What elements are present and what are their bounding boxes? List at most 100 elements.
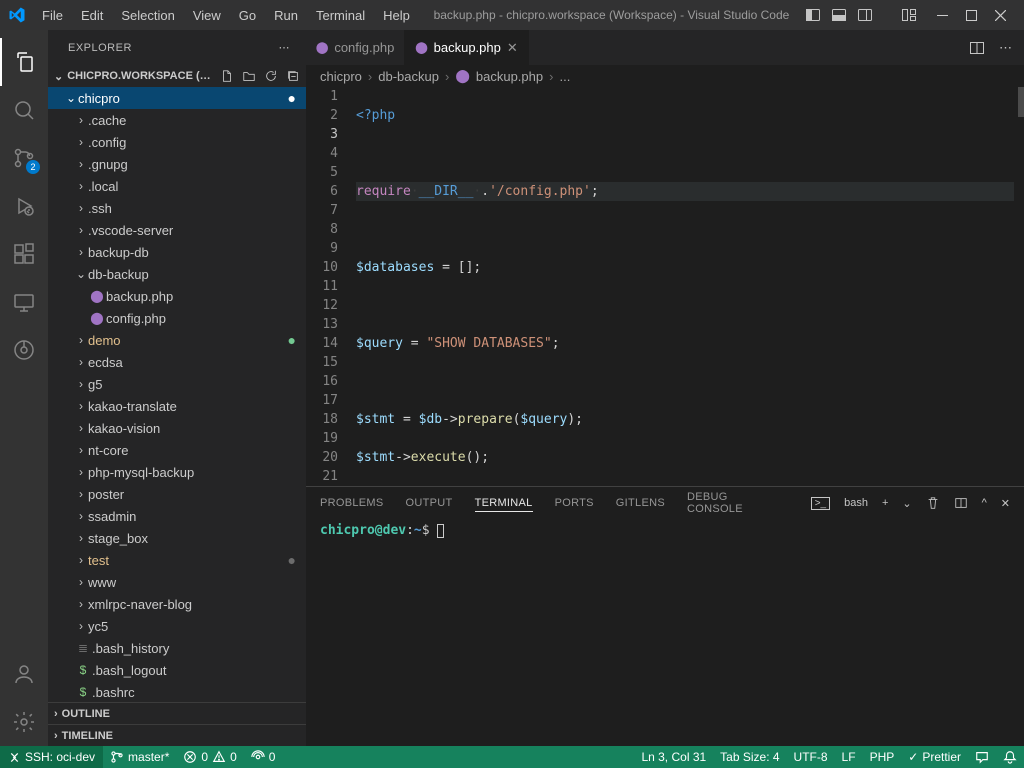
tree-folder[interactable]: ›poster [48, 483, 306, 505]
panel-tab-terminal[interactable]: TERMINAL [475, 495, 533, 512]
status-bell-icon[interactable] [996, 746, 1024, 768]
tree-file[interactable]: $.bash_logout [48, 659, 306, 681]
customize-layout-icon[interactable] [901, 7, 917, 23]
accounts-icon[interactable] [0, 650, 48, 698]
extensions-icon[interactable] [0, 230, 48, 278]
status-lang[interactable]: PHP [863, 746, 902, 768]
panel-tab-gitlens[interactable]: GITLENS [616, 495, 665, 511]
tree-folder[interactable]: ›xmlrpc-naver-blog [48, 593, 306, 615]
tree-folder[interactable]: ›kakao-translate [48, 395, 306, 417]
new-terminal-icon[interactable]: + [882, 497, 888, 509]
tree-folder[interactable]: ⌄db-backup [48, 263, 306, 285]
status-encoding[interactable]: UTF-8 [787, 746, 835, 768]
split-terminal-icon[interactable] [954, 496, 968, 510]
terminal-launch-icon[interactable]: >_ [811, 497, 830, 510]
panel-tab-debug[interactable]: DEBUG CONSOLE [687, 489, 767, 517]
tree-folder[interactable]: ›demo● [48, 329, 306, 351]
minimap[interactable] [1014, 87, 1024, 486]
source-control-icon[interactable]: 2 [0, 134, 48, 182]
tree-folder[interactable]: ›.gnupg [48, 153, 306, 175]
tree-folder[interactable]: ›.local [48, 175, 306, 197]
timeline-section[interactable]: ›TIMELINE [48, 724, 306, 746]
tree-file[interactable]: $.bashrc [48, 681, 306, 702]
toggle-panel-icon[interactable] [831, 7, 847, 23]
code-editor[interactable]: 123456789101112131415161718192021 <?php … [306, 87, 1024, 486]
toggle-secondary-sidebar-icon[interactable] [857, 7, 873, 23]
tree-folder[interactable]: ›ecdsa [48, 351, 306, 373]
menu-file[interactable]: File [34, 4, 71, 27]
remote-explorer-icon[interactable] [0, 278, 48, 326]
breadcrumb[interactable]: chicpro› db-backup› ⬤ backup.php› ... [306, 65, 1024, 87]
file-tree: ⌄ chicpro ● ›.cache›.config›.gnupg›.loca… [48, 87, 306, 702]
search-icon[interactable] [0, 86, 48, 134]
tree-folder[interactable]: ›.ssh [48, 197, 306, 219]
tree-folder[interactable]: ›nt-core [48, 439, 306, 461]
split-editor-icon[interactable] [969, 40, 985, 56]
maximize-panel-icon[interactable]: ^ [982, 497, 987, 509]
refresh-icon[interactable] [264, 69, 278, 83]
panel-tab-output[interactable]: OUTPUT [406, 495, 453, 511]
tab-backup[interactable]: ⬤ backup.php ✕ [405, 30, 528, 65]
tree-folder[interactable]: ›php-mysql-backup [48, 461, 306, 483]
terminal-shell-label[interactable]: bash [844, 497, 868, 509]
workspace-header[interactable]: ⌄ CHICPRO.WORKSPACE (WORKSPACE) [48, 65, 306, 87]
tab-config[interactable]: ⬤ config.php [306, 30, 405, 65]
menu-run[interactable]: Run [266, 4, 306, 27]
maximize-icon[interactable] [966, 10, 977, 21]
tree-folder[interactable]: ›g5 [48, 373, 306, 395]
menu-view[interactable]: View [185, 4, 229, 27]
status-problems[interactable]: 0 0 [176, 746, 243, 768]
tree-folder[interactable]: ›.cache [48, 109, 306, 131]
tree-folder[interactable]: ›stage_box [48, 527, 306, 549]
minimize-icon[interactable] [937, 10, 948, 21]
menu-go[interactable]: Go [231, 4, 264, 27]
toggle-primary-sidebar-icon[interactable] [805, 7, 821, 23]
status-cursor[interactable]: Ln 3, Col 31 [634, 746, 713, 768]
tree-folder[interactable]: ›backup-db [48, 241, 306, 263]
close-panel-icon[interactable]: ✕ [1001, 497, 1010, 510]
tree-file[interactable]: ≣.bash_history [48, 637, 306, 659]
explorer-icon[interactable] [0, 38, 48, 86]
terminal-content[interactable]: chicpro@dev:~$ [306, 519, 1024, 746]
tree-folder[interactable]: ›yc5 [48, 615, 306, 637]
status-eol[interactable]: LF [835, 746, 863, 768]
panel-tab-problems[interactable]: PROBLEMS [320, 495, 384, 511]
menu-edit[interactable]: Edit [73, 4, 111, 27]
tree-folder[interactable]: ›ssadmin [48, 505, 306, 527]
status-ports[interactable]: 0 [244, 746, 283, 768]
tree-folder[interactable]: ›test● [48, 549, 306, 571]
chevron-down-icon: ⌄ [64, 91, 78, 105]
run-debug-icon[interactable] [0, 182, 48, 230]
trash-icon[interactable] [926, 496, 940, 510]
close-icon[interactable] [995, 10, 1006, 21]
status-bar: SSH: oci-dev master* 0 0 0 Ln 3, Col 31 … [0, 746, 1024, 768]
new-file-icon[interactable] [220, 69, 234, 83]
status-tabsize[interactable]: Tab Size: 4 [713, 746, 786, 768]
tree-file[interactable]: ⬤backup.php [48, 285, 306, 307]
tree-root-folder[interactable]: ⌄ chicpro ● [48, 87, 306, 109]
menu-selection[interactable]: Selection [113, 4, 182, 27]
close-icon[interactable]: ✕ [507, 40, 518, 56]
outline-section[interactable]: ›OUTLINE [48, 702, 306, 724]
tree-file[interactable]: ⬤config.php [48, 307, 306, 329]
menu-help[interactable]: Help [375, 4, 418, 27]
panel-tab-ports[interactable]: PORTS [555, 495, 594, 511]
collapse-all-icon[interactable] [286, 69, 300, 83]
terminal-dropdown-icon[interactable]: ⌄ [902, 497, 911, 510]
status-remote[interactable]: SSH: oci-dev [0, 746, 103, 768]
status-branch[interactable]: master* [103, 746, 176, 768]
gitlens-icon[interactable] [0, 326, 48, 374]
menu-terminal[interactable]: Terminal [308, 4, 373, 27]
tree-folder[interactable]: ›kakao-vision [48, 417, 306, 439]
status-feedback-icon[interactable] [968, 746, 996, 768]
settings-gear-icon[interactable] [0, 698, 48, 746]
tree-folder[interactable]: ›.config [48, 131, 306, 153]
code-content[interactable]: <?php require·__DIR__·.'/config.php'; $d… [356, 87, 1014, 486]
modified-dot-icon: ● [288, 90, 296, 106]
tree-folder[interactable]: ›www [48, 571, 306, 593]
tree-folder[interactable]: ›.vscode-server [48, 219, 306, 241]
new-folder-icon[interactable] [242, 69, 256, 83]
status-prettier[interactable]: ✓Prettier [901, 746, 968, 768]
more-actions-icon[interactable]: ⋯ [999, 40, 1012, 56]
explorer-more-icon[interactable]: ⋯ [279, 41, 291, 54]
